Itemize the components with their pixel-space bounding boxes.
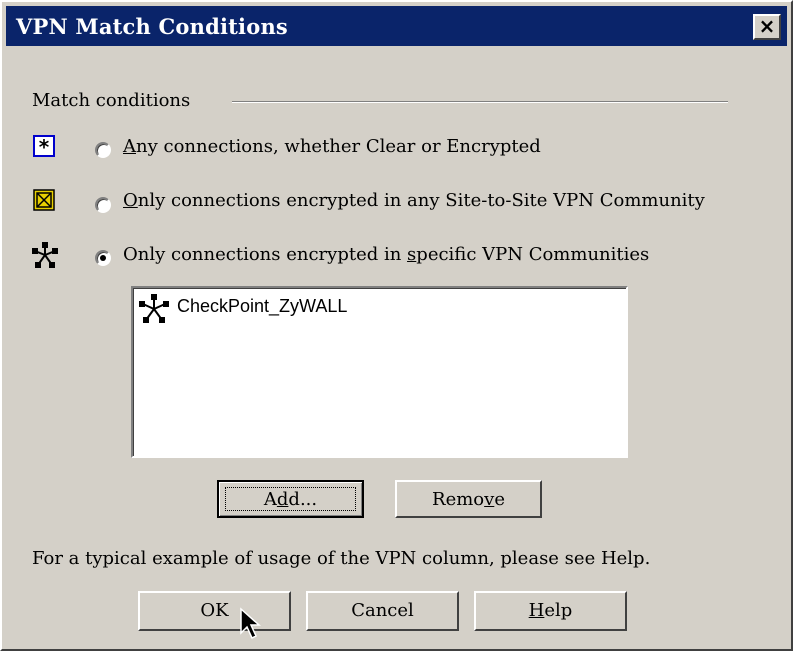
svg-text:*: * — [39, 135, 50, 157]
option-site-to-site-label[interactable]: Only connections encrypted in any Site-t… — [123, 190, 705, 211]
remove-button-label: Remove — [432, 489, 505, 510]
vpn-community-icon — [139, 294, 169, 323]
community-name: CheckPoint_ZyWALL — [177, 296, 348, 316]
mouse-cursor-icon — [240, 607, 261, 640]
vpn-match-conditions-dialog: VPN Match Conditions × Match conditions … — [0, 0, 793, 651]
option-any-connections-label[interactable]: Any connections, whether Clear or Encryp… — [123, 136, 541, 157]
window-title: VPN Match Conditions — [16, 14, 288, 39]
title-bar[interactable]: VPN Match Conditions × — [6, 6, 787, 46]
ok-button[interactable]: OK — [138, 591, 291, 631]
add-button[interactable]: Add... — [217, 480, 364, 518]
crossed-box-icon — [33, 189, 55, 211]
help-hint-text: For a typical example of usage of the VP… — [32, 548, 651, 569]
radio-any-connections[interactable] — [95, 142, 111, 158]
group-label: Match conditions — [32, 90, 191, 111]
cancel-button[interactable]: Cancel — [306, 591, 459, 631]
help-button[interactable]: Help — [474, 591, 627, 631]
star-box-icon: * — [33, 135, 55, 157]
communities-listbox[interactable]: CheckPoint_ZyWALL — [131, 286, 628, 458]
ok-button-label: OK — [200, 600, 229, 621]
option-specific-communities-label[interactable]: Only connections encrypted in specific V… — [123, 244, 649, 265]
close-button[interactable]: × — [753, 14, 781, 40]
remove-button[interactable]: Remove — [395, 480, 542, 518]
vpn-community-icon — [32, 242, 58, 268]
help-button-label: Help — [528, 600, 573, 621]
group-divider — [232, 101, 728, 103]
cancel-button-label: Cancel — [351, 600, 414, 621]
close-icon: × — [758, 14, 776, 38]
radio-site-to-site[interactable] — [95, 197, 111, 213]
radio-specific-communities[interactable] — [95, 250, 111, 266]
focus-rectangle — [225, 487, 356, 511]
